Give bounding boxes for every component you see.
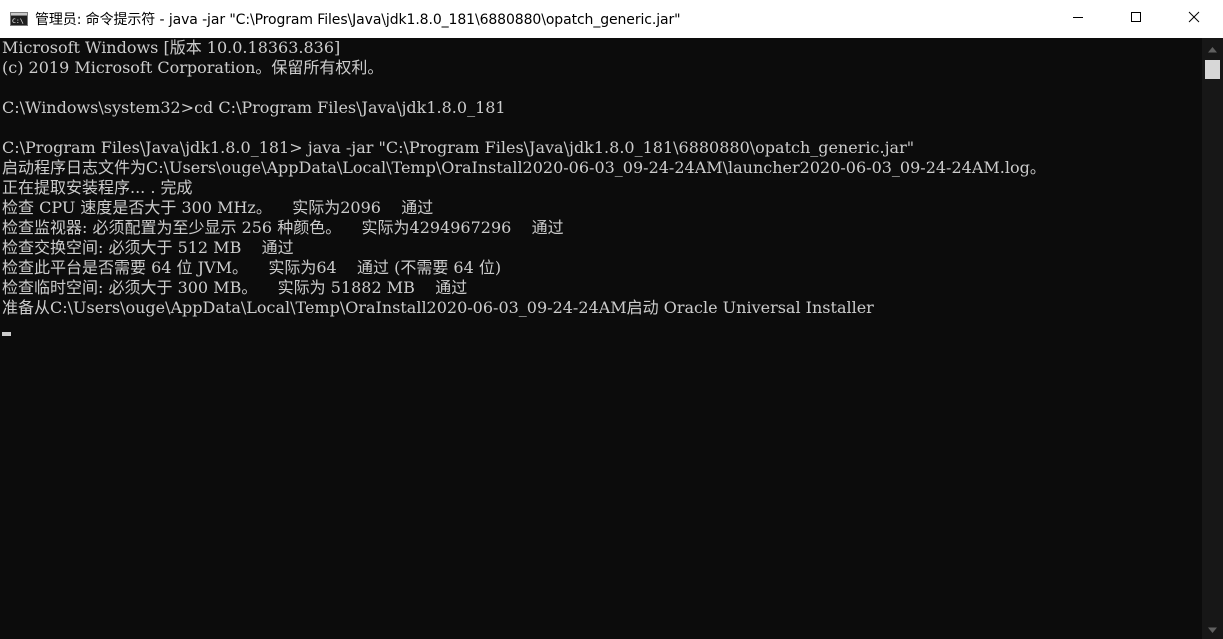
console-line: 正在提取安装程序... . 完成 bbox=[2, 178, 193, 197]
svg-text:C:\: C:\ bbox=[12, 17, 24, 25]
console-line: C:\Program Files\Java\jdk1.8.0_181> java… bbox=[2, 138, 915, 157]
console-line: Microsoft Windows [版本 10.0.18363.836] bbox=[2, 38, 341, 57]
scroll-up-button[interactable] bbox=[1202, 38, 1223, 59]
close-button[interactable] bbox=[1165, 0, 1223, 38]
scroll-down-icon bbox=[1208, 620, 1217, 638]
console-line: 启动程序日志文件为C:\Users\ouge\AppData\Local\Tem… bbox=[2, 158, 1046, 177]
close-icon bbox=[1188, 10, 1200, 28]
maximize-button[interactable] bbox=[1107, 0, 1165, 38]
window-controls bbox=[1049, 0, 1223, 38]
console-line: 检查 CPU 速度是否大于 300 MHz。 实际为2096 通过 bbox=[2, 198, 434, 217]
console-line: (c) 2019 Microsoft Corporation。保留所有权利。 bbox=[2, 58, 384, 77]
console-output[interactable]: Microsoft Windows [版本 10.0.18363.836] (c… bbox=[0, 38, 1200, 639]
console-line: 检查交换空间: 必须大于 512 MB 通过 bbox=[2, 238, 294, 257]
console-line: 准备从C:\Users\ouge\AppData\Local\Temp\OraI… bbox=[2, 298, 874, 317]
console-line: C:\Windows\system32>cd C:\Program Files\… bbox=[2, 98, 506, 117]
minimize-icon bbox=[1072, 10, 1084, 28]
scroll-up-icon bbox=[1208, 40, 1217, 58]
console-line: 检查监视器: 必须配置为至少显示 256 种颜色。 实际为4294967296 … bbox=[2, 218, 564, 237]
console-window: C:\ 管理员: 命令提示符 - java -jar "C:\Program F… bbox=[0, 0, 1223, 639]
console-line: 检查此平台是否需要 64 位 JVM。 实际为64 通过 (不需要 64 位) bbox=[2, 258, 502, 277]
text-cursor bbox=[2, 332, 11, 336]
console-icon[interactable]: C:\ bbox=[10, 12, 28, 26]
vertical-scrollbar[interactable] bbox=[1202, 38, 1223, 639]
scroll-thumb[interactable] bbox=[1205, 60, 1220, 79]
console-line: 检查临时空间: 必须大于 300 MB。 实际为 51882 MB 通过 bbox=[2, 278, 468, 297]
title-bar[interactable]: C:\ 管理员: 命令提示符 - java -jar "C:\Program F… bbox=[0, 0, 1223, 38]
scroll-down-button[interactable] bbox=[1202, 618, 1223, 639]
minimize-button[interactable] bbox=[1049, 0, 1107, 38]
window-title: 管理员: 命令提示符 - java -jar "C:\Program Files… bbox=[35, 12, 681, 28]
maximize-icon bbox=[1130, 10, 1142, 28]
